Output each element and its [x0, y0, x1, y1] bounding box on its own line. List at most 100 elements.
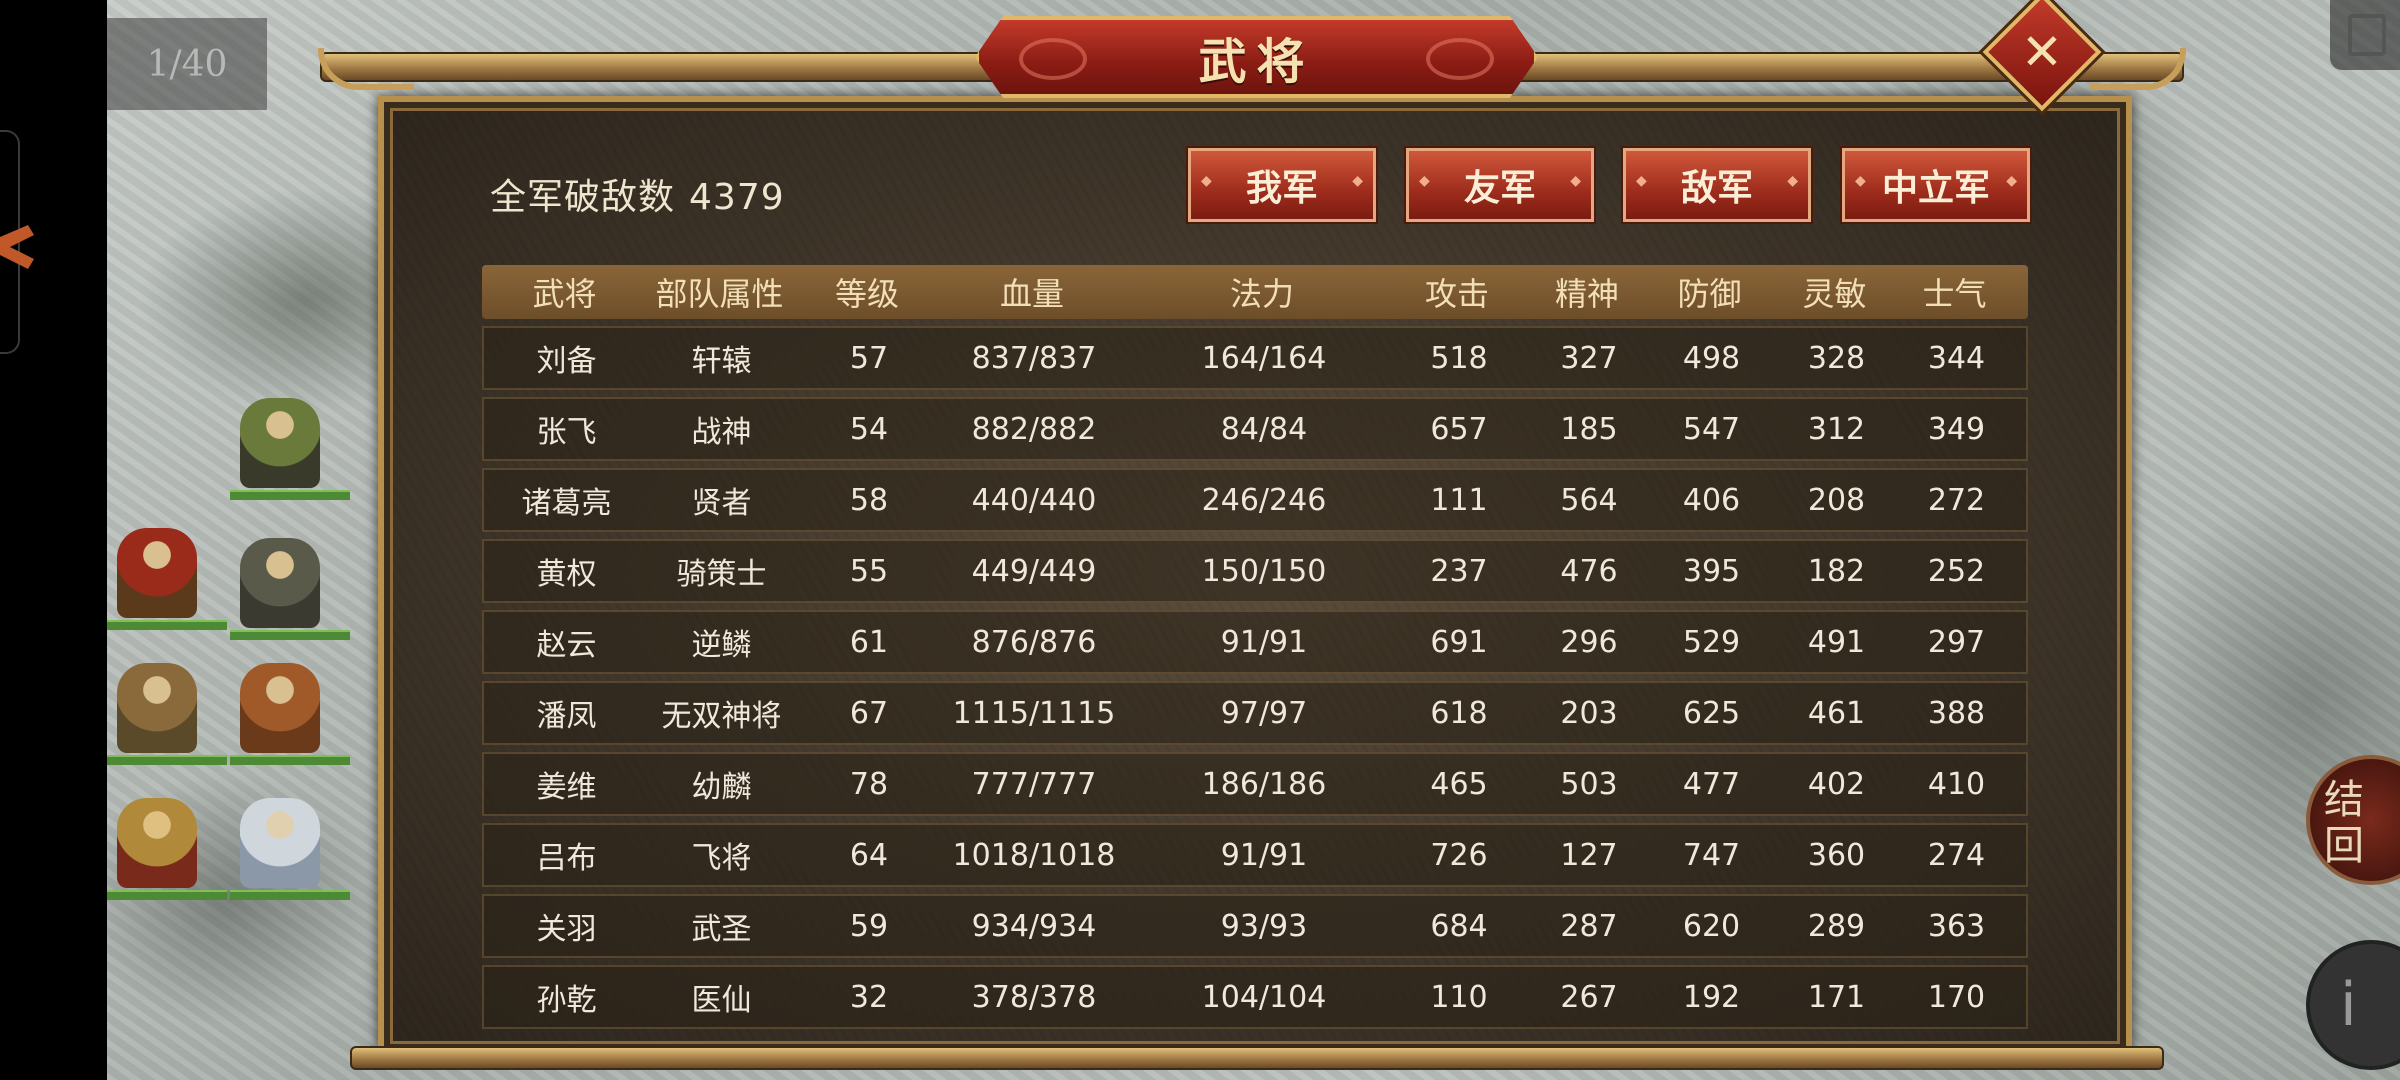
table-cell: 328: [1807, 340, 1866, 376]
chevron-left-icon[interactable]: [0, 225, 40, 275]
table-row[interactable]: 吕布 飞将 64 1018/1018 91/91 726 127 747 360 274: [482, 823, 2028, 887]
table-cell: 186/186: [1201, 766, 1327, 802]
table-cell: 327: [1560, 340, 1618, 376]
table-cell: 498: [1682, 340, 1741, 376]
table-cell: 97/97: [1220, 695, 1308, 731]
table-row[interactable]: 张飞 战神 54 882/882 84/84 657 185 547 312 349: [482, 397, 2028, 461]
close-x-icon[interactable]: ✕: [2000, 10, 2084, 94]
table-cell: 185: [1560, 411, 1618, 447]
dialog-bottom-rail: [350, 1046, 2164, 1070]
table-cell: 32: [849, 979, 889, 1015]
table-row[interactable]: 姜维 幼麟 78 777/777 186/186 465 503 477 402 410: [482, 752, 2028, 816]
table-cell: 237: [1430, 553, 1488, 589]
table-cell: 182: [1807, 553, 1866, 589]
table-cell: 882/882: [971, 411, 1097, 447]
table-cell: 440/440: [971, 482, 1097, 518]
column-header: 武将: [532, 275, 597, 313]
unit-sprite[interactable]: [107, 655, 227, 765]
unit-sprite[interactable]: [230, 530, 350, 640]
table-cell: 691: [1430, 624, 1488, 660]
table-cell: 诸葛亮: [521, 486, 612, 521]
cloud-ornament-icon: [1426, 38, 1494, 80]
table-cell: 402: [1807, 766, 1866, 802]
table-cell: 骑策士: [676, 557, 767, 592]
table-cell: 267: [1560, 979, 1618, 1015]
table-cell: 529: [1682, 624, 1741, 660]
table-cell: 289: [1807, 908, 1866, 944]
table-cell: 360: [1807, 837, 1866, 873]
table-cell: 吕布: [536, 841, 597, 876]
table-row[interactable]: 黄权 骑策士 55 449/449 150/150 237 476 395 182 252: [482, 539, 2028, 603]
table-cell: 208: [1807, 482, 1866, 518]
tab-allied-army[interactable]: 友军: [1406, 148, 1594, 222]
column-header: 防御: [1677, 275, 1742, 313]
table-cell: 246/246: [1201, 482, 1327, 518]
table-cell: 747: [1682, 837, 1741, 873]
column-header: 士气: [1922, 275, 1987, 313]
table-cell: 876/876: [971, 624, 1097, 660]
table-cell: 91/91: [1220, 837, 1308, 873]
menu-icon[interactable]: [2330, 0, 2400, 70]
table-cell: 503: [1560, 766, 1618, 802]
table-cell: 684: [1430, 908, 1488, 944]
table-row[interactable]: 孙乾 医仙 32 378/378 104/104 110 267 192 171 170: [482, 965, 2028, 1029]
table-cell: 476: [1560, 553, 1618, 589]
table-cell: 252: [1927, 553, 1986, 589]
table-cell: 59: [849, 908, 889, 944]
table-cell: 姜维: [536, 770, 597, 805]
table-cell: 轩辕: [691, 344, 752, 379]
table-cell: 564: [1560, 482, 1618, 518]
table-cell: 1018/1018: [952, 837, 1116, 873]
table-cell: 78: [849, 766, 889, 802]
table-cell: 关羽: [536, 912, 597, 947]
table-cell: 93/93: [1220, 908, 1308, 944]
table-cell: 274: [1927, 837, 1986, 873]
column-header: 血量: [999, 275, 1064, 313]
table-cell: 395: [1682, 553, 1741, 589]
table-cell: 344: [1927, 340, 1986, 376]
table-row[interactable]: 诸葛亮 贤者 58 440/440 246/246 111 564 406 208 272: [482, 468, 2028, 532]
unit-sprite[interactable]: [107, 790, 227, 900]
table-cell: 192: [1682, 979, 1741, 1015]
table-cell: 657: [1430, 411, 1488, 447]
table-cell: 465: [1430, 766, 1488, 802]
table-cell: 61: [849, 624, 889, 660]
table-row[interactable]: 潘凤 无双神将 67 1115/1115 97/97 618 203 625 461 388: [482, 681, 2028, 745]
tab-my-army[interactable]: 我军: [1188, 148, 1376, 222]
table-cell: 618: [1430, 695, 1488, 731]
table-row[interactable]: 赵云 逆鳞 61 876/876 91/91 691 296 529 491 297: [482, 610, 2028, 674]
table-cell: 111: [1430, 482, 1488, 518]
table-cell: 刘备: [536, 344, 597, 379]
tab-enemy-army[interactable]: 敌军: [1623, 148, 1811, 222]
unit-sprite[interactable]: [107, 520, 227, 630]
table-cell: 837/837: [971, 340, 1097, 376]
unit-sprite[interactable]: [230, 655, 350, 765]
total-kills-label: 全军破敌数: [490, 177, 676, 218]
table-cell: 赵云: [536, 628, 597, 663]
unit-sprite[interactable]: [230, 390, 350, 500]
end-turn-label: 结 回: [2324, 777, 2364, 869]
table-cell: 164/164: [1201, 340, 1327, 376]
table-cell: 贤者: [691, 486, 752, 521]
table-cell: 1115/1115: [952, 695, 1116, 731]
table-cell: 飞将: [691, 841, 752, 876]
tab-neutral-army[interactable]: 中立军: [1842, 148, 2030, 222]
unit-sprite[interactable]: [230, 790, 350, 900]
table-cell: 战神: [691, 415, 752, 450]
table-row[interactable]: 刘备 轩辕 57 837/837 164/164 518 327 498 328 344: [482, 326, 2028, 390]
table-cell: 逆鳞: [691, 628, 752, 663]
total-kills: 全军破敌数 4379: [490, 168, 785, 220]
table-cell: 110: [1430, 979, 1488, 1015]
cloud-ornament-icon: [1019, 38, 1087, 80]
column-header: 部队属性: [655, 275, 784, 313]
column-header: 等级: [834, 275, 899, 313]
table-cell: 410: [1927, 766, 1986, 802]
table-cell: 170: [1927, 979, 1986, 1015]
table-cell: 378/378: [971, 979, 1097, 1015]
table-row[interactable]: 关羽 武圣 59 934/934 93/93 684 287 620 289 363: [482, 894, 2028, 958]
table-cell: 57: [849, 340, 889, 376]
table-cell: 150/150: [1201, 553, 1327, 589]
dialog-title-plate: 武将: [975, 16, 1538, 98]
table-cell: 黄权: [536, 557, 597, 592]
table-cell: 武圣: [691, 912, 752, 947]
